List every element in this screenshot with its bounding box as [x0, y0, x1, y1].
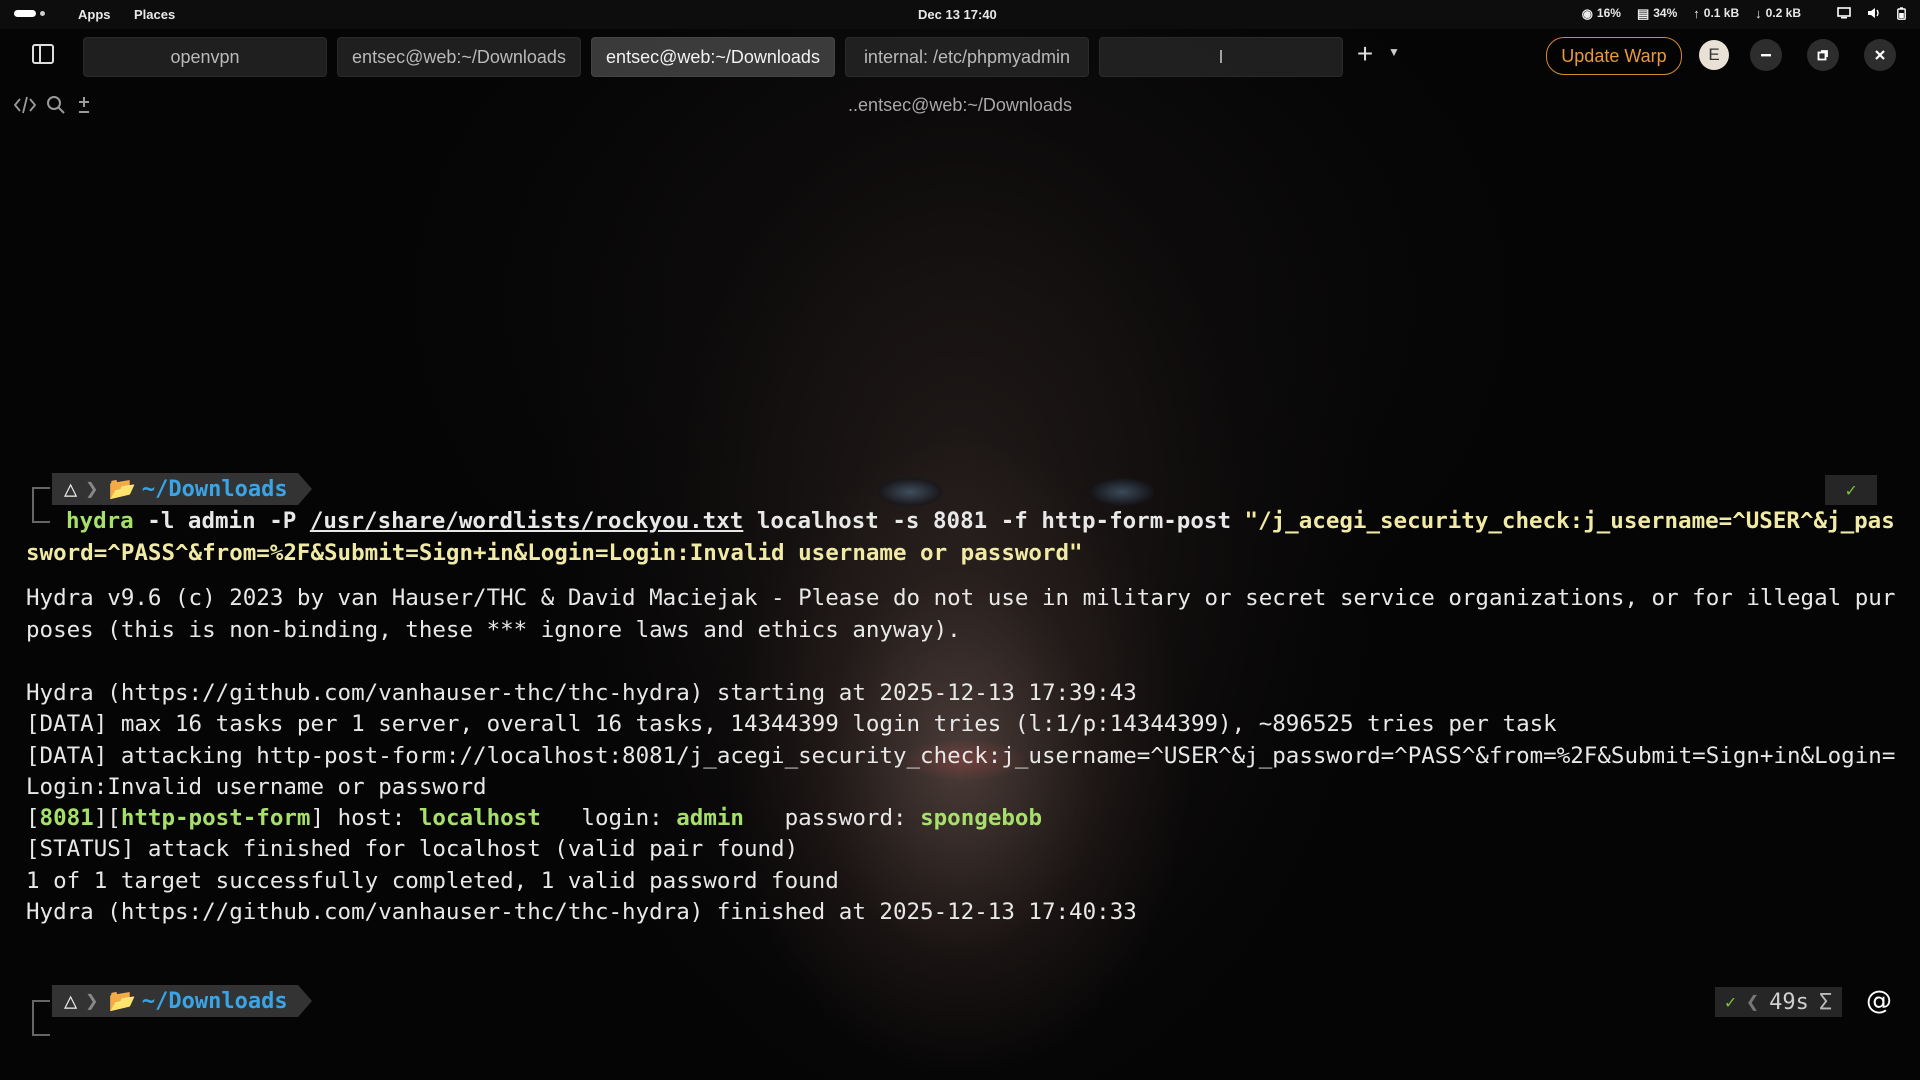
command-args: localhost -s 8081 -f http-form-post [743, 508, 1245, 534]
output-line: [STATUS] attack finished for localhost (… [26, 836, 799, 862]
prompt-path-segment: △ ❯ 📂 ~/Downloads [52, 473, 312, 505]
chevron-right-icon: ❯ [85, 988, 99, 1014]
prompt-corner-bottom [32, 505, 50, 523]
result-port: 8081 [39, 805, 94, 831]
net-up-value: 0.1 kB [1703, 6, 1740, 20]
wallpaper-eye-left [878, 478, 942, 506]
avatar[interactable]: E [1699, 40, 1729, 70]
net-down-value: 0.2 kB [1765, 6, 1801, 20]
places-menu[interactable]: Places [134, 7, 175, 22]
output-line: Login:Invalid username or password [26, 774, 487, 800]
minimize-icon[interactable] [1750, 39, 1782, 71]
command-wordlist: /usr/share/wordlists/rockyou.txt [309, 508, 744, 534]
tab-new-session[interactable]: I [1099, 37, 1343, 77]
prompt-corner-bottom [32, 1018, 50, 1036]
result-host: localhost [418, 805, 541, 831]
cpu-value: 16% [1596, 6, 1621, 20]
tab-label: entsec@web:~/Downloads [352, 46, 566, 67]
pane-header: ..entsec@web:~/Downloads [0, 81, 1920, 121]
apps-menu[interactable]: Apps [78, 7, 111, 22]
linux-icon: △ [64, 476, 78, 502]
tab-phpmyadmin[interactable]: internal: /etc/phpmyadmin [845, 37, 1089, 77]
success-indicator: ✓ [1825, 475, 1877, 505]
wallpaper-eye-right [1090, 478, 1154, 506]
linux-icon: △ [64, 988, 78, 1014]
output-line: [DATA] attacking http-post-form://localh… [26, 743, 1896, 769]
prompt-path-segment: △ ❯ 📂 ~/Downloads [52, 985, 312, 1017]
memory-indicator: ▤ 34% [1637, 6, 1677, 20]
terminal-output[interactable]: hydra -l admin -P /usr/share/wordlists/r… [0, 0, 1895, 925]
check-icon: ✓ [1725, 991, 1736, 1013]
terminal-tab-bar: openvpn entsec@web:~/Downloads entsec@we… [0, 29, 1920, 81]
command-duration: 49s [1769, 989, 1809, 1015]
command-form-string: "/j_acegi_security_check:j_username=^USE… [1244, 508, 1895, 534]
output-line: Hydra v9.6 (c) 2023 by van Hauser/THC & … [26, 585, 1896, 611]
battery-icon[interactable] [1897, 6, 1906, 20]
display-icon[interactable] [1837, 7, 1851, 19]
output-line: Hydra (https://github.com/vanhauser-thc/… [26, 680, 1137, 706]
tab-downloads-active[interactable]: entsec@web:~/Downloads [591, 37, 835, 77]
output-line: Hydra (https://github.com/vanhauser-thc/… [26, 899, 1137, 925]
update-warp-button[interactable]: Update Warp [1546, 37, 1682, 75]
sigma-icon: Σ [1818, 989, 1833, 1015]
restore-icon[interactable] [1807, 39, 1839, 71]
result-service: http-post-form [120, 805, 311, 831]
folder-icon: 📂 [108, 988, 136, 1014]
result-password-label: password: [743, 805, 921, 831]
tab-label: entsec@web:~/Downloads [606, 46, 820, 67]
tab-label: I [1218, 46, 1224, 67]
cpu-icon: ◉ [1581, 5, 1593, 21]
volume-icon[interactable] [1867, 7, 1881, 19]
at-icon[interactable]: @ [1866, 986, 1892, 1016]
result-login-label: login: [540, 805, 677, 831]
command-line-wrap: sword=^PASS^&from=%2F&Submit=Sign+in&Log… [26, 540, 1083, 566]
chevron-down-icon[interactable]: ▼ [1388, 45, 1400, 59]
clock[interactable]: Dec 13 17:40 [918, 7, 997, 22]
command-form-string: sword=^PASS^&from=%2F&Submit=Sign+in&Log… [26, 540, 1083, 566]
memory-value: 34% [1653, 6, 1678, 20]
tab-label: internal: /etc/phpmyadmin [863, 46, 1071, 67]
plus-icon[interactable]: + [1354, 40, 1376, 68]
tab-openvpn[interactable]: openvpn [83, 37, 327, 77]
command-args: -l admin -P [133, 508, 310, 534]
output-line: 1 of 1 target successfully completed, 1 … [26, 868, 839, 894]
result-login: admin [676, 805, 744, 831]
tab-downloads-1[interactable]: entsec@web:~/Downloads [337, 37, 581, 77]
command-line: hydra -l admin -P /usr/share/wordlists/r… [66, 508, 1895, 534]
memory-icon: ▤ [1636, 5, 1650, 21]
prompt-dir: ~/Downloads [141, 988, 288, 1014]
pane-title: ..entsec@web:~/Downloads [848, 95, 1072, 115]
system-top-bar: Apps Places Dec 13 17:40 ◉ 16% ▤ 34% ↑ 0… [0, 0, 1920, 29]
chevron-left-icon: ❮ [1745, 989, 1760, 1015]
check-icon: ✓ [1845, 479, 1857, 501]
sidebar-toggle-icon[interactable] [32, 44, 54, 64]
chevron-right-icon: ❯ [85, 476, 99, 502]
system-status-area[interactable]: ◉ 16% ▤ 34% ↑ 0.1 kB ↓ 0.2 kB [1582, 6, 1906, 20]
output-line: [DATA] max 16 tasks per 1 server, overal… [26, 711, 1557, 737]
result-host-label: host: [324, 805, 419, 831]
arrow-up-icon: ↑ [1693, 5, 1700, 21]
arrow-down-icon: ↓ [1755, 5, 1762, 21]
close-icon[interactable] [1864, 39, 1896, 71]
tab-label: openvpn [170, 46, 240, 67]
result-password: spongebob [920, 805, 1043, 831]
output-line: poses (this is non-binding, these *** ig… [26, 617, 961, 643]
command-status-pill: ✓ ❮ 49s Σ [1715, 987, 1843, 1017]
net-up-indicator: ↑ 0.1 kB [1693, 6, 1739, 20]
command-name: hydra [66, 508, 134, 534]
prompt-dir: ~/Downloads [141, 476, 288, 502]
result-line: [8081][http-post-form] host: localhost l… [26, 805, 1043, 831]
folder-icon: 📂 [108, 476, 136, 502]
net-down-indicator: ↓ 0.2 kB [1755, 6, 1801, 20]
cpu-indicator: ◉ 16% [1582, 6, 1621, 20]
